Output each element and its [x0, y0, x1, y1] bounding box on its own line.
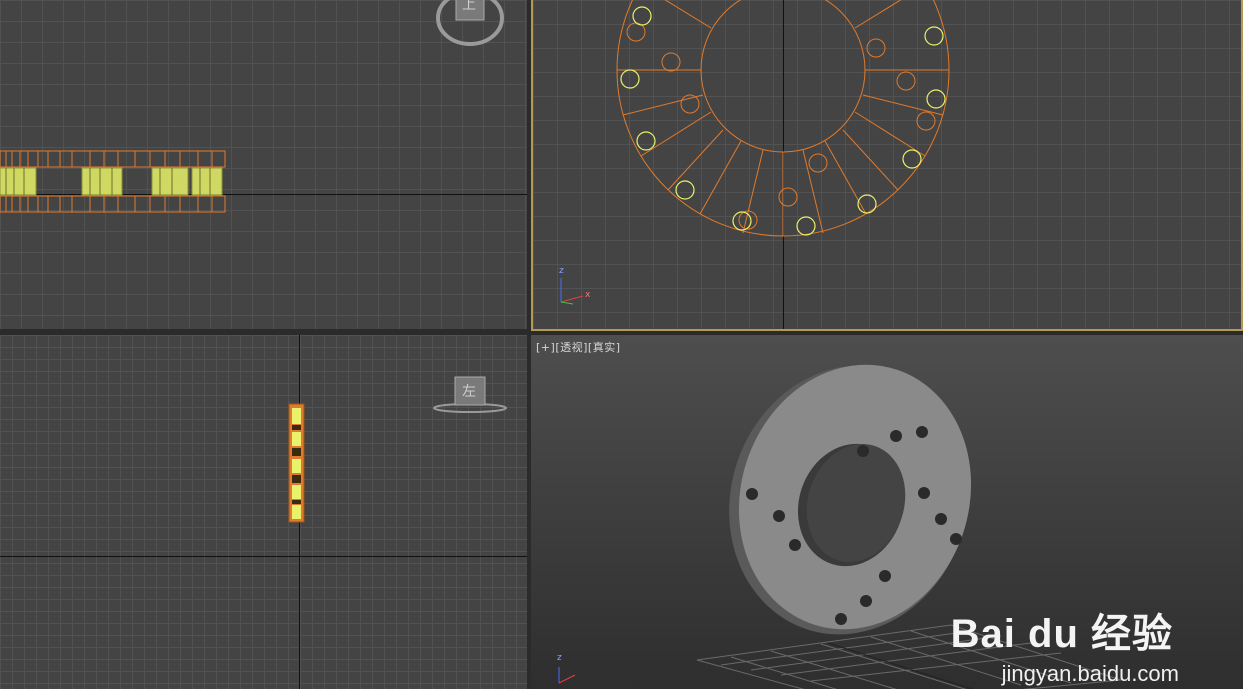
axis-x-label: x	[585, 290, 591, 300]
ring-bottom-band	[0, 195, 226, 213]
viewport-top-right[interactable]: z x	[531, 0, 1243, 331]
viewport-bottom-left[interactable]: 左	[0, 335, 527, 689]
selected-holes-front	[0, 167, 223, 196]
viewport-top-left[interactable]: 上	[0, 0, 527, 329]
watermark-url: jingyan.baidu.com	[1001, 661, 1179, 686]
axis-z-label: z	[557, 653, 562, 663]
left-wireframe	[288, 376, 507, 523]
viewcube-face-label[interactable]: 左	[462, 381, 476, 401]
baidu-watermark: Bai du 经验 jingyan.baidu.com	[950, 601, 1179, 686]
watermark-brand: Bai du 经验	[950, 612, 1173, 656]
axis-tripod-persp	[558, 667, 576, 684]
viewcube-face-label[interactable]: 上	[462, 0, 476, 14]
viewport-perspective[interactable]: [+][透视][真实] z Bai du 经验 jingyan.baidu.co…	[531, 335, 1243, 689]
axis-tripod-top	[560, 278, 584, 305]
ring-segments	[617, 0, 949, 236]
inner-ring	[700, 0, 866, 153]
top-wireframe	[560, 0, 950, 305]
ring-top-band	[0, 150, 226, 168]
front-wireframe	[0, 0, 504, 213]
axis-z-label: z	[559, 266, 564, 276]
